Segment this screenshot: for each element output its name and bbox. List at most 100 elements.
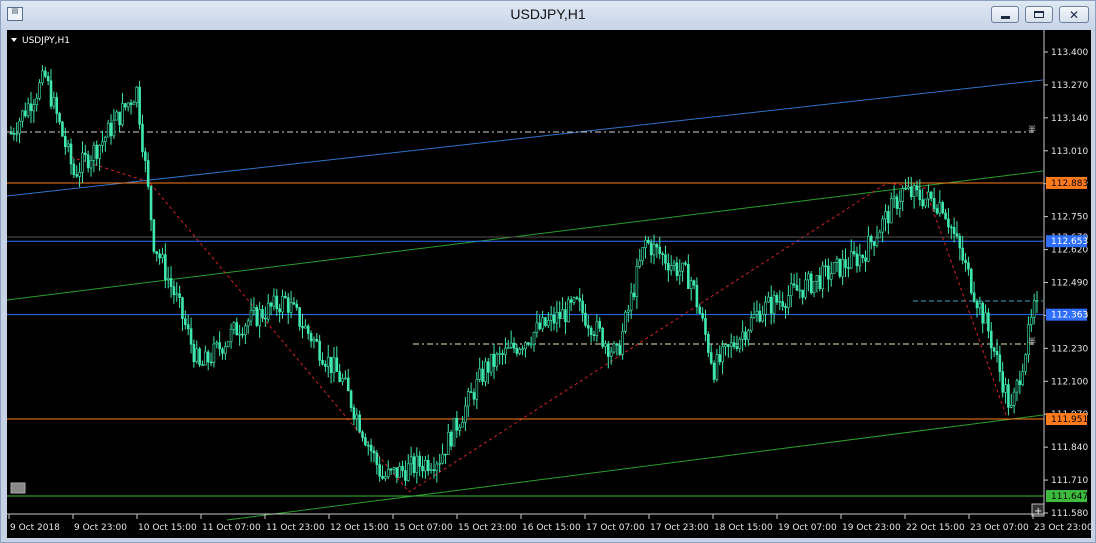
candle-body: [226, 341, 230, 347]
candle-body: [989, 330, 993, 349]
candle-body: [552, 314, 556, 324]
upper-channel-line[interactable]: [7, 170, 1044, 301]
candle-body: [349, 390, 353, 409]
candle-body: [875, 237, 879, 246]
candle-body: [181, 297, 184, 319]
candle-body: [321, 359, 324, 365]
title-bar[interactable]: ▤ USDJPY,H1 ✕: [1, 1, 1095, 29]
half-line-marker[interactable]: 半: [1028, 336, 1036, 346]
candle-body: [35, 98, 39, 105]
candle-body: [612, 343, 616, 353]
chart-shift-handle[interactable]: [10, 482, 26, 494]
candle-body: [169, 278, 173, 287]
candle-body: [404, 470, 407, 481]
candle-body: [775, 295, 779, 303]
candle-body: [472, 392, 476, 400]
candle-body: [78, 171, 81, 177]
candle-body: [944, 212, 947, 220]
symbol-label: USDJPY,H1: [22, 36, 70, 46]
time-tick-label: 9 Oct 2018: [10, 523, 60, 533]
candle-body: [949, 226, 953, 229]
level-price-label: 112.653: [1051, 237, 1088, 247]
level-price-label: 112.883: [1051, 179, 1088, 189]
candle-body: [112, 119, 116, 137]
blue-trendline[interactable]: [7, 79, 1044, 197]
candle-body: [721, 346, 724, 363]
candle-body: [724, 344, 727, 347]
candle-body: [158, 253, 161, 259]
price-tick-label: 113.010: [1051, 147, 1088, 157]
candle-body: [669, 265, 673, 271]
candle-body: [912, 185, 916, 197]
candle-body: [1004, 384, 1007, 393]
candle-body: [172, 286, 176, 296]
candle-body: [115, 111, 119, 121]
chart-canvas[interactable]: USDJPY,H1半半+ 113.400113.270113.140113.01…: [7, 30, 1091, 538]
candle-body: [512, 342, 516, 349]
time-tick-label: 11 Oct 07:00: [202, 523, 261, 533]
candle-body: [864, 257, 867, 262]
candle-body: [244, 325, 247, 336]
candle-body: [289, 302, 293, 313]
maximize-button[interactable]: [1025, 6, 1053, 23]
candle-body: [855, 253, 859, 267]
candle-body: [221, 348, 224, 354]
candle-body: [464, 405, 467, 423]
candle-body: [269, 302, 273, 307]
candle-body: [887, 211, 890, 224]
candle-body: [201, 364, 204, 366]
candle-body: [938, 202, 942, 214]
candle-body: [132, 102, 136, 105]
symbol-dropdown-icon[interactable]: [11, 38, 17, 42]
candle-body: [738, 338, 742, 349]
candle-body: [627, 309, 630, 313]
candle-body: [1018, 380, 1022, 386]
candle-body: [152, 219, 156, 252]
candle-body: [755, 310, 759, 315]
candle-body: [844, 259, 847, 268]
half-line-marker[interactable]: 半: [1028, 124, 1036, 134]
candle-body: [889, 198, 893, 224]
candle-body: [258, 309, 261, 326]
time-tick-label: 19 Oct 23:00: [842, 523, 901, 533]
candle-body: [21, 110, 24, 122]
candle-body: [498, 353, 502, 355]
candle-body: [969, 268, 973, 294]
candle-body: [858, 254, 862, 267]
candle-body: [381, 475, 384, 479]
candle-body: [932, 198, 936, 209]
price-tick-label: 111.840: [1051, 443, 1088, 453]
candle-body: [861, 254, 864, 259]
candle-body: [761, 314, 764, 322]
candle-body: [809, 273, 813, 294]
candle-body: [701, 313, 704, 319]
candle-body: [241, 333, 244, 336]
candle-body: [484, 361, 487, 382]
candle-body: [967, 262, 970, 270]
candle-body: [598, 321, 602, 329]
candle-body: [832, 262, 836, 275]
candle-body: [418, 455, 421, 467]
candle-body: [452, 417, 456, 447]
price-chart[interactable]: USDJPY,H1 半半 + 113.400 113.270 113.140 113.01…: [7, 30, 1091, 538]
candle-body: [521, 348, 524, 351]
candle-body: [672, 262, 676, 266]
time-tick-label: 23 Oct 07:00: [970, 523, 1029, 533]
candle-body: [166, 278, 170, 281]
candle-body: [232, 322, 236, 330]
candle-body: [607, 343, 610, 357]
candle-body: [392, 467, 396, 470]
candle-body: [23, 110, 27, 117]
candle-body: [61, 121, 64, 137]
candle-body: [164, 254, 167, 281]
candle-body: [58, 113, 61, 123]
minimize-button[interactable]: [991, 6, 1019, 23]
candle-body: [909, 186, 913, 197]
candle-body: [235, 322, 239, 336]
close-button[interactable]: ✕: [1059, 6, 1089, 23]
candle-body: [492, 353, 496, 367]
candle-body: [395, 467, 399, 478]
lower-channel-line[interactable]: [226, 414, 1044, 521]
candle-body: [615, 343, 619, 346]
candle-body: [1035, 300, 1039, 302]
